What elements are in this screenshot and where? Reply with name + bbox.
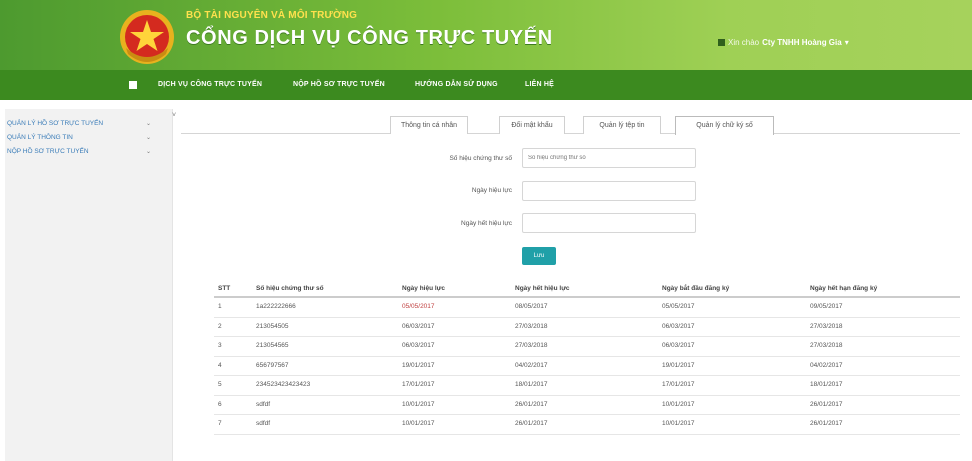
table-row[interactable]: 2 213054505 06/03/2017 27/03/2018 06/03/… — [214, 318, 960, 337]
column-header-stt: STT — [218, 285, 231, 292]
tab-digital-signature[interactable]: Quản lý chữ ký số — [675, 116, 774, 135]
main-nav: DỊCH VỤ CÔNG TRỰC TUYẾN NỘP HỒ SƠ TRỰC T… — [0, 70, 972, 100]
table-row[interactable]: 7 sdfdf 10/01/2017 26/01/2017 10/01/2017… — [214, 415, 960, 435]
table-cell: 1 — [218, 303, 222, 310]
table-cell: 26/01/2017 — [515, 400, 548, 408]
table-cell: sdfdf — [256, 420, 271, 427]
sidebar-item-label: QUẢN LÝ HỒ SƠ TRỰC TUYẾN — [7, 120, 104, 127]
valid-to-input[interactable] — [522, 213, 696, 233]
table-cell: 17/01/2017 — [402, 381, 435, 388]
table-cell: 18/01/2017 — [515, 381, 548, 388]
table-cell: 2 — [218, 322, 222, 330]
table-cell: sdfdf — [256, 400, 271, 408]
table-cell: 06/03/2017 — [402, 342, 435, 349]
table-header-row: STT Số hiệu chứng thư số Ngày hiệu lực N… — [214, 280, 960, 298]
user-name[interactable]: Cty TNHH Hoàng Gia — [762, 38, 842, 47]
table-row[interactable]: 1 1a222222666 05/05/2017 08/05/2017 05/0… — [214, 298, 960, 318]
table-cell: 234523423423423 — [256, 381, 311, 388]
chevron-down-icon: ⌄ — [146, 135, 152, 141]
column-header-serial: Số hiệu chứng thư số — [256, 285, 324, 292]
table-cell: 04/02/2017 — [810, 361, 843, 369]
table-cell: 1a222222666 — [256, 303, 296, 310]
sidebar: QUẢN LÝ HỒ SƠ TRỰC TUYẾN ⌄ QUẢN LÝ THÔNG… — [5, 109, 173, 461]
user-menu[interactable]: Xin chào Cty TNHH Hoàng Gia ▾ — [718, 38, 849, 47]
table-cell: 213054565 — [256, 342, 289, 349]
greeting-text: Xin chào — [728, 38, 760, 47]
valid-to-label: Ngày hết hiệu lực — [461, 220, 512, 227]
table-cell: 06/03/2017 — [662, 342, 695, 349]
table-cell: 10/01/2017 — [402, 400, 435, 408]
table-cell: 6 — [218, 400, 222, 408]
table-cell: 5 — [218, 381, 222, 388]
sidebar-item-manage-online-files[interactable]: QUẢN LÝ HỒ SƠ TRỰC TUYẾN ⌄ — [5, 117, 172, 131]
table-row[interactable]: 5 234523423423423 17/01/2017 18/01/2017 … — [214, 376, 960, 396]
chevron-down-icon: ⌄ — [146, 121, 152, 127]
table-cell: 26/01/2017 — [810, 420, 843, 427]
chevron-down-icon: ▾ — [844, 38, 849, 47]
table-cell: 04/02/2017 — [515, 361, 548, 369]
table-row[interactable]: 3 213054565 06/03/2017 27/03/2018 06/03/… — [214, 337, 960, 357]
column-header-valid-to: Ngày hết hiệu lực — [515, 285, 570, 292]
table-cell: 05/05/2017 — [662, 303, 695, 310]
table-cell: 06/03/2017 — [662, 322, 695, 330]
table-cell: 213054505 — [256, 322, 289, 330]
table-cell: 08/05/2017 — [515, 303, 548, 310]
chevron-down-icon: ⌄ — [146, 149, 152, 155]
table-row[interactable]: 4 656797567 19/01/2017 04/02/2017 19/01/… — [214, 357, 960, 376]
ministry-name: BỘ TÀI NGUYÊN VÀ MÔI TRƯỜNG — [186, 10, 358, 21]
portal-title[interactable]: CỔNG DỊCH VỤ CÔNG TRỰC TUYẾN — [186, 27, 553, 50]
table-cell: 27/03/2018 — [515, 342, 548, 349]
certificate-table: STT Số hiệu chứng thư số Ngày hiệu lực N… — [214, 280, 960, 435]
table-cell: 05/05/2017 — [402, 303, 435, 310]
sidebar-item-submit-online[interactable]: NỘP HỒ SƠ TRỰC TUYẾN ⌄ — [5, 145, 172, 159]
nav-item-submit-online[interactable]: NỘP HỒ SƠ TRỰC TUYẾN — [293, 70, 385, 100]
table-cell: 3 — [218, 342, 222, 349]
nav-item-online-services[interactable]: DỊCH VỤ CÔNG TRỰC TUYẾN — [158, 70, 262, 100]
valid-from-label: Ngày hiệu lực — [471, 187, 512, 194]
sidebar-item-label: QUẢN LÝ THÔNG TIN — [7, 134, 73, 141]
table-cell: 26/01/2017 — [810, 400, 843, 408]
sidebar-collapse-icon[interactable]: ˅ — [172, 112, 176, 119]
sidebar-item-manage-info[interactable]: QUẢN LÝ THÔNG TIN ⌄ — [5, 131, 172, 145]
tab-change-password[interactable]: Đổi mật khẩu — [499, 116, 565, 134]
table-cell: 06/03/2017 — [402, 322, 435, 330]
table-cell: 09/05/2017 — [810, 303, 843, 310]
table-cell: 10/01/2017 — [662, 400, 695, 408]
national-emblem-logo[interactable] — [118, 8, 176, 66]
serial-label: Số hiệu chứng thư số — [449, 155, 512, 162]
nav-item-contact[interactable]: LIÊN HỆ — [525, 70, 554, 100]
serial-input[interactable] — [522, 148, 696, 168]
column-header-register-end: Ngày hết hạn đăng ký — [810, 285, 878, 292]
table-cell: 27/03/2018 — [515, 322, 548, 330]
table-cell: 17/01/2017 — [662, 381, 695, 388]
table-cell: 4 — [218, 361, 222, 369]
home-icon[interactable] — [128, 80, 138, 90]
column-header-register-start: Ngày bắt đầu đăng ký — [662, 285, 730, 292]
save-button[interactable]: Lưu — [522, 247, 556, 265]
tab-personal-info[interactable]: Thông tin cá nhân — [390, 116, 468, 134]
table-cell: 18/01/2017 — [810, 381, 843, 388]
user-icon — [718, 39, 725, 46]
tab-file-management[interactable]: Quản lý tệp tin — [583, 116, 661, 134]
nav-item-user-guide[interactable]: HƯỚNG DẪN SỬ DỤNG — [415, 70, 498, 100]
valid-from-input[interactable] — [522, 181, 696, 201]
table-cell: 656797567 — [256, 361, 289, 369]
table-cell: 26/01/2017 — [515, 420, 548, 427]
table-cell: 7 — [218, 420, 222, 427]
table-cell: 27/03/2018 — [810, 322, 843, 330]
sidebar-item-label: NỘP HỒ SƠ TRỰC TUYẾN — [7, 148, 89, 155]
table-cell: 27/03/2018 — [810, 342, 843, 349]
table-cell: 10/01/2017 — [662, 420, 695, 427]
table-cell: 19/01/2017 — [402, 361, 435, 369]
column-header-valid-from: Ngày hiệu lực — [402, 285, 445, 292]
tabs-divider — [181, 133, 960, 134]
table-cell: 10/01/2017 — [402, 420, 435, 427]
table-cell: 19/01/2017 — [662, 361, 695, 369]
table-row[interactable]: 6 sdfdf 10/01/2017 26/01/2017 10/01/2017… — [214, 396, 960, 415]
site-header: BỘ TÀI NGUYÊN VÀ MÔI TRƯỜNG CỔNG DỊCH VỤ… — [0, 0, 972, 70]
